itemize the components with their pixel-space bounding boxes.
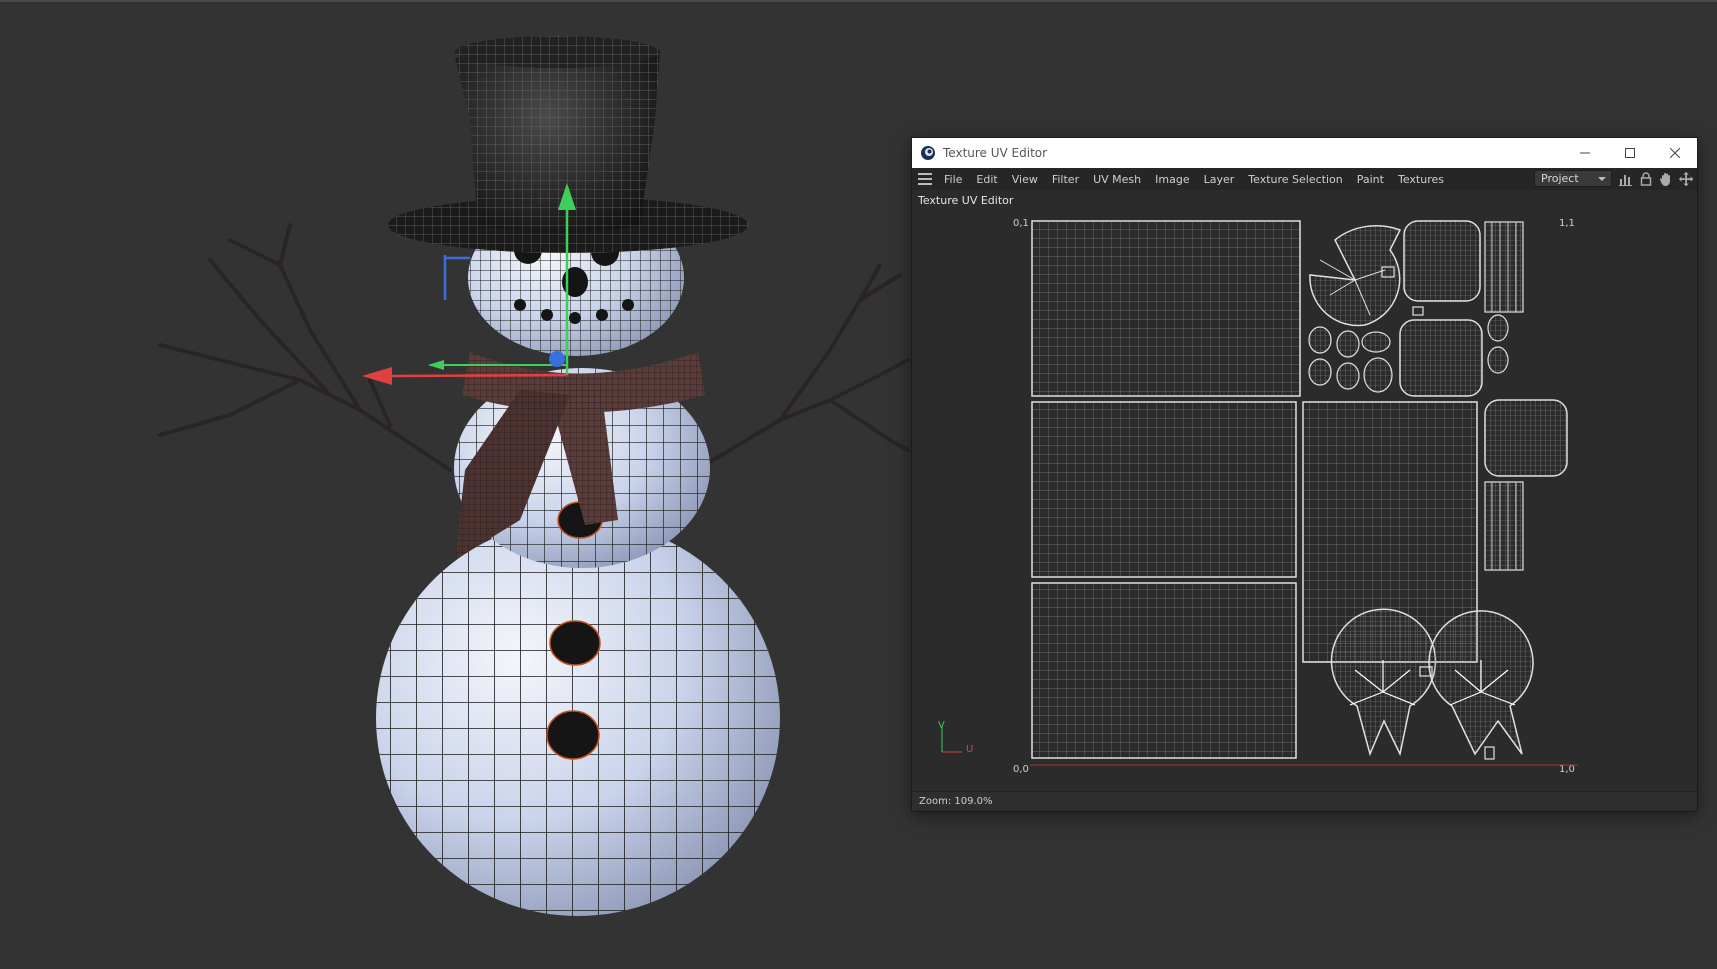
branch-arm-right: [708, 263, 910, 464]
uv-island-fan-bottom-right[interactable]: [1428, 610, 1534, 760]
uv-canvas[interactable]: 0,1 1,1 0,0 1,0 V U: [912, 210, 1697, 782]
gizmo-center-handle[interactable]: [549, 351, 565, 367]
menu-view[interactable]: View: [1012, 173, 1038, 186]
snowman-model[interactable]: [158, 36, 910, 916]
hamburger-menu-icon[interactable]: [918, 173, 934, 185]
menu-paint[interactable]: Paint: [1357, 173, 1384, 186]
menu-filter[interactable]: Filter: [1052, 173, 1079, 186]
uv-island-strip-top[interactable]: [1484, 221, 1524, 313]
uv-island-rounded-1[interactable]: [1403, 220, 1481, 302]
uv-coord-bottom-left: 0,0: [1013, 764, 1029, 775]
v-axis-label: V: [938, 720, 945, 731]
mode-select-value: Project: [1541, 172, 1579, 185]
gizmo-z-plane[interactable]: [443, 255, 470, 300]
minimize-button[interactable]: [1562, 138, 1607, 168]
chevron-down-icon: [1598, 177, 1606, 181]
uv-island-rounded-3[interactable]: [1484, 399, 1568, 477]
uv-island-large-3[interactable]: [1031, 582, 1297, 759]
uv-island-fan-top[interactable]: [1309, 225, 1402, 327]
snowman-button-upper: [549, 620, 601, 666]
branch-arm-left: [158, 223, 452, 472]
snowman-button-lower: [546, 710, 600, 760]
u-axis-label: U: [966, 744, 974, 755]
histogram-icon[interactable]: [1618, 171, 1634, 187]
gizmo-xy-handle: [428, 360, 444, 370]
uv-island-large-1[interactable]: [1031, 220, 1301, 397]
toolbar-icons: [1618, 171, 1698, 187]
minimize-icon: [1579, 152, 1590, 154]
close-icon: [1669, 148, 1680, 158]
panel-label: Texture UV Editor: [918, 194, 1014, 207]
move-arrows-icon[interactable]: [1678, 171, 1694, 187]
status-bar: Zoom: 109.0%: [912, 791, 1697, 811]
uv-coord-top-left: 0,1: [1013, 218, 1029, 229]
uv-island-strip-right[interactable]: [1484, 481, 1524, 571]
menu-bar: File Edit View Filter UV Mesh Image Laye…: [912, 168, 1697, 190]
menu-edit[interactable]: Edit: [976, 173, 997, 186]
window-controls: [1562, 138, 1697, 168]
menu-layer[interactable]: Layer: [1204, 173, 1235, 186]
uv-island-large-2[interactable]: [1031, 401, 1297, 578]
menu-texture-selection[interactable]: Texture Selection: [1248, 173, 1342, 186]
menu-uv-mesh[interactable]: UV Mesh: [1093, 173, 1141, 186]
zoom-status: Zoom: 109.0%: [919, 796, 993, 807]
cinema4d-app-icon: [921, 146, 935, 160]
window-title: Texture UV Editor: [943, 146, 1048, 160]
uv-island-fan-bottom-left[interactable]: [1330, 608, 1437, 757]
gizmo-x-axis[interactable]: [391, 373, 568, 378]
lock-icon[interactable]: [1638, 171, 1654, 187]
close-button[interactable]: [1652, 138, 1697, 168]
menu-textures[interactable]: Textures: [1398, 173, 1444, 186]
maximize-icon: [1624, 148, 1635, 158]
texture-uv-editor-window[interactable]: Texture UV Editor File Edit View Filter …: [912, 138, 1697, 811]
gizmo-x-arrow[interactable]: [362, 367, 392, 385]
pan-hand-icon[interactable]: [1658, 171, 1674, 187]
mode-select-dropdown[interactable]: Project: [1534, 170, 1612, 187]
uv-layout[interactable]: [1030, 220, 1578, 770]
maximize-button[interactable]: [1607, 138, 1652, 168]
uv-island-rounded-2[interactable]: [1399, 319, 1483, 397]
menu-file[interactable]: File: [944, 173, 962, 186]
menu-image[interactable]: Image: [1155, 173, 1189, 186]
title-bar[interactable]: Texture UV Editor: [912, 138, 1697, 168]
